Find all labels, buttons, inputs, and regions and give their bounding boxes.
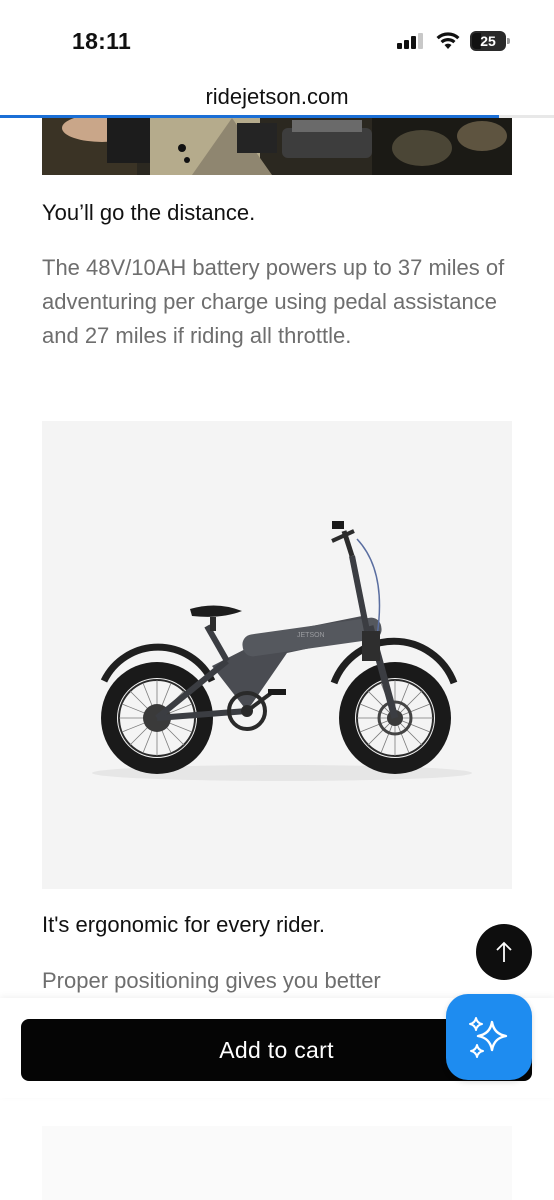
url-text[interactable]: ridejetson.com	[0, 84, 554, 110]
ai-assistant-button[interactable]	[446, 994, 532, 1080]
battery-icon: 25	[470, 31, 510, 51]
product-image: JETSON	[42, 421, 512, 889]
battery-level: 25	[480, 33, 496, 49]
next-section-image	[42, 1126, 512, 1200]
arrow-up-icon	[496, 941, 512, 962]
status-time: 18:11	[72, 28, 132, 54]
section-body: Proper positioning gives you better	[42, 968, 381, 993]
wifi-icon	[436, 32, 460, 49]
signal-icon	[397, 33, 423, 49]
hero-photo	[42, 118, 512, 175]
section-body: The 48V/10AH battery powers up to 37 mil…	[42, 255, 505, 348]
section-title: You’ll go the distance.	[42, 200, 256, 225]
address-bar[interactable]: ridejetson.com	[0, 78, 554, 118]
sparkles-icon	[469, 1017, 508, 1058]
status-bar: 18:11 25	[0, 0, 554, 80]
frame-brand-text: JETSON	[297, 632, 325, 639]
section-title: It's ergonomic for every rider.	[42, 912, 325, 937]
scroll-to-top-button[interactable]	[476, 924, 532, 980]
